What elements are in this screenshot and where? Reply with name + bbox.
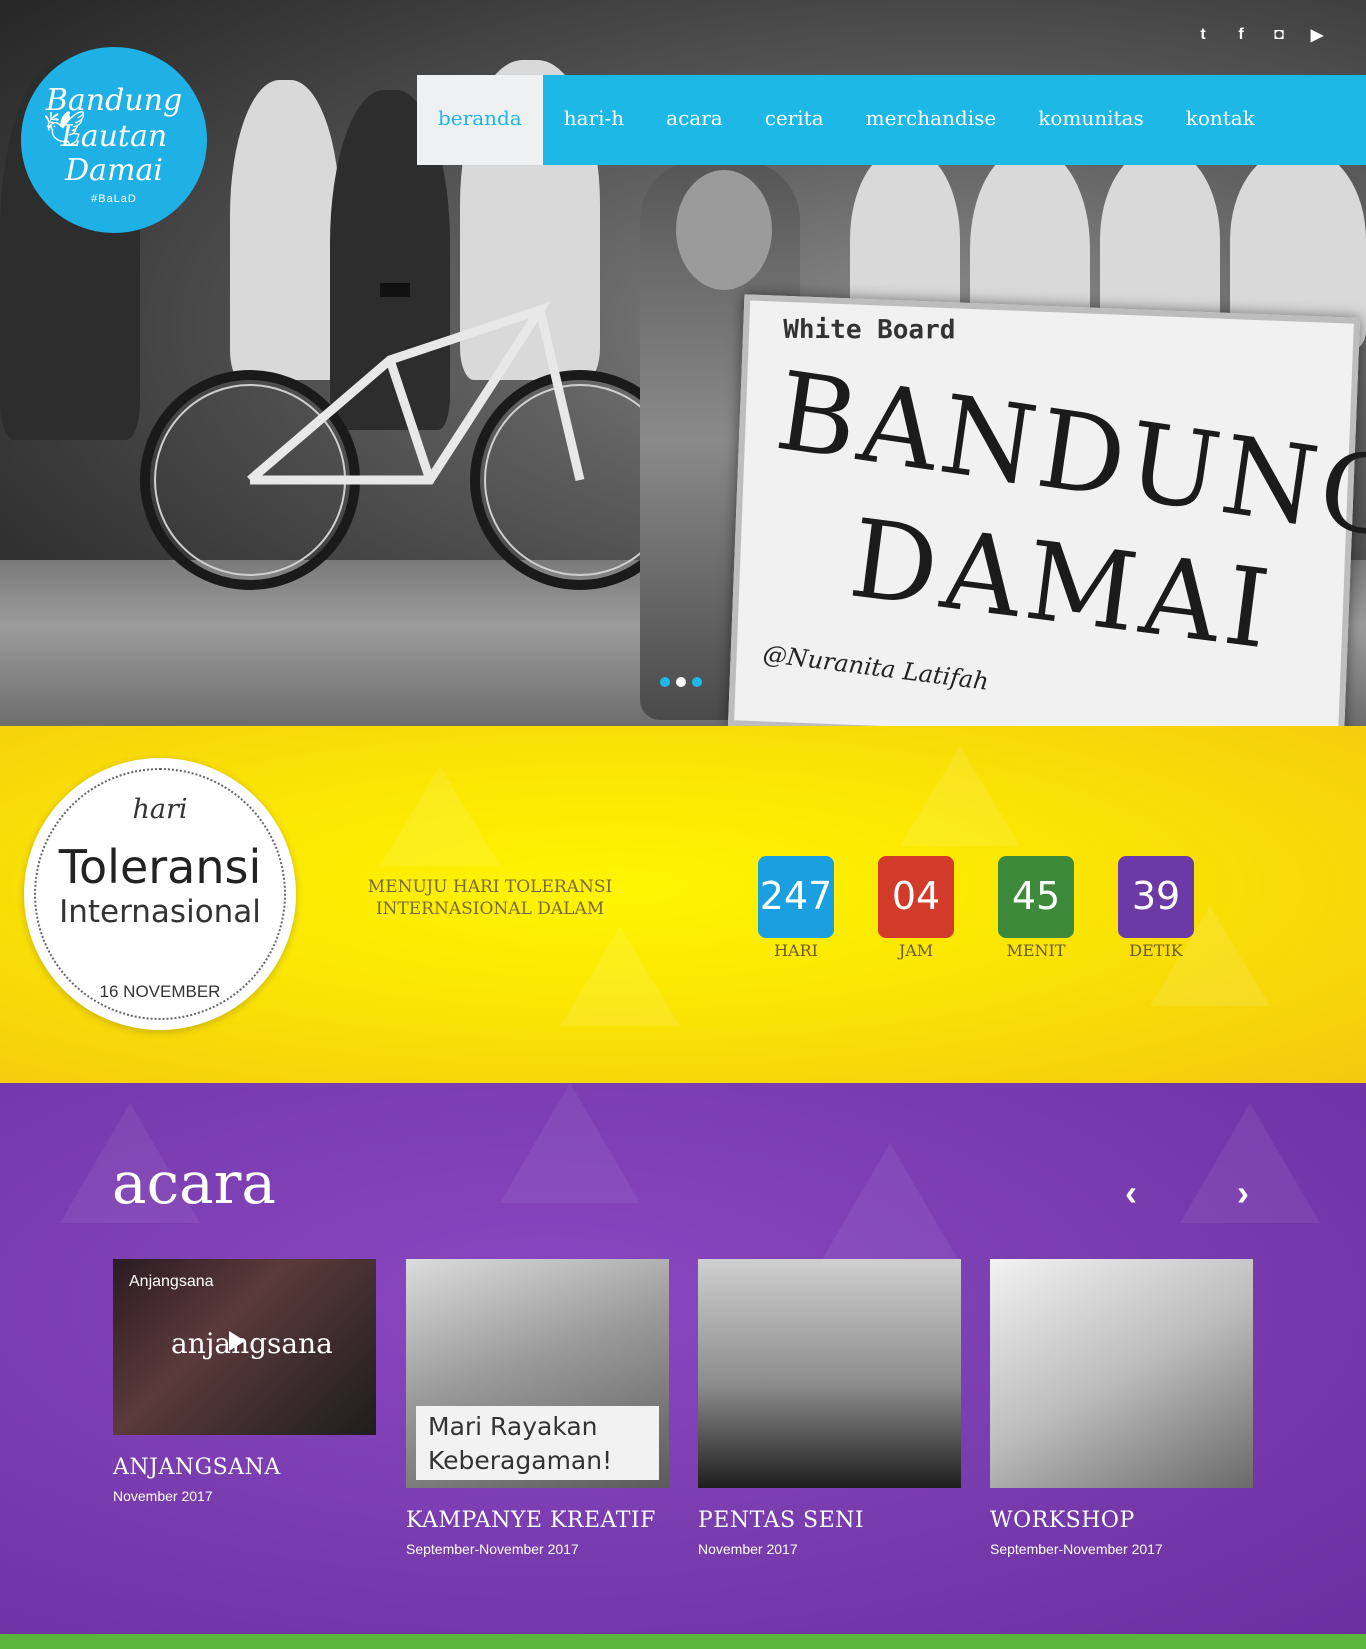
- bg-triangle: [560, 926, 680, 1026]
- play-icon[interactable]: [229, 1331, 245, 1351]
- event-date: November 2017: [113, 1488, 213, 1504]
- countdown-days-label: HARI: [774, 941, 818, 960]
- event-card[interactable]: Anjangsana anjangsana ANJANGSANA Novembe…: [113, 1259, 376, 1504]
- bicycle: [140, 283, 690, 590]
- countdown-seconds-value: 39: [1118, 856, 1194, 938]
- nav-item-beranda[interactable]: beranda: [417, 75, 543, 165]
- event-card[interactable]: PENTAS SENI November 2017: [698, 1259, 961, 1557]
- countdown-hours-value: 04: [878, 856, 954, 938]
- events-section: acara ‹ › Anjangsana anjangsana ANJANGSA…: [0, 1083, 1366, 1634]
- badge-title: Toleransi: [58, 840, 262, 894]
- countdown-hours: 04 JAM: [878, 856, 954, 960]
- event-thumbnail[interactable]: [990, 1259, 1253, 1488]
- badge-hari: hari: [132, 794, 188, 825]
- twitter-icon[interactable]: t: [1192, 24, 1214, 46]
- bg-triangle: [900, 746, 1020, 846]
- nav-item-hari-h[interactable]: hari-h: [543, 75, 645, 165]
- bg-triangle: [380, 766, 500, 866]
- countdown-hours-label: JAM: [898, 941, 934, 960]
- countdown-days-value: 247: [758, 856, 834, 938]
- logo-text-line3: Damai: [65, 153, 163, 188]
- video-title: Anjangsana: [129, 1273, 214, 1290]
- event-date: September-November 2017: [990, 1541, 1163, 1557]
- tolerance-day-badge: hari Toleransi Internasional 16 NOVEMBER: [24, 758, 296, 1030]
- countdown-section: hari Toleransi Internasional 16 NOVEMBER…: [0, 726, 1366, 1083]
- nav-item-komunitas[interactable]: komunitas: [1017, 75, 1165, 165]
- slider-dot[interactable]: [660, 677, 670, 687]
- video-overlay-text: anjangsana: [171, 1327, 333, 1360]
- event-thumbnail[interactable]: [698, 1259, 961, 1488]
- event-title[interactable]: ANJANGSANA: [113, 1455, 376, 1480]
- countdown-caption: MENUJU HARI TOLERANSI INTERNASIONAL DALA…: [367, 877, 613, 919]
- instagram-icon[interactable]: ◘: [1268, 24, 1290, 46]
- logo-text-line2: Lautan: [60, 119, 168, 154]
- bg-triangle: [500, 1083, 640, 1203]
- badge-subtitle: Internasional: [59, 894, 261, 930]
- logo-text-line1: Bandung: [45, 83, 183, 118]
- bg-triangle: [820, 1143, 960, 1263]
- social-links: t f ◘ ▶: [1192, 24, 1328, 46]
- nav-item-acara[interactable]: acara: [645, 75, 744, 165]
- event-thumbnail-video[interactable]: Anjangsana anjangsana: [113, 1259, 376, 1435]
- carousel-next-button[interactable]: ›: [1228, 1173, 1258, 1213]
- footer-strip: [0, 1634, 1366, 1649]
- countdown-minutes: 45 MENIT: [998, 856, 1074, 960]
- person-face: [676, 170, 772, 290]
- carousel-prev-button[interactable]: ‹: [1116, 1173, 1146, 1213]
- main-nav: beranda hari-h acara cerita merchandise …: [417, 75, 1366, 165]
- campaign-sign: Mari Rayakan Keberagaman!: [416, 1406, 659, 1480]
- countdown-minutes-label: MENIT: [1006, 941, 1066, 960]
- slider-dot[interactable]: [692, 677, 702, 687]
- event-card[interactable]: Mari Rayakan Keberagaman! KAMPANYE KREAT…: [406, 1259, 669, 1557]
- sign-signature: @Nuranita Latifah: [761, 639, 991, 696]
- site-logo[interactable]: 🕊 Bandung Lautan Damai #BaLaD: [21, 47, 207, 233]
- whiteboard-sign: White Board BANDUNG DAMAI @Nuranita Lati…: [727, 294, 1366, 726]
- nav-item-merchandise[interactable]: merchandise: [845, 75, 1018, 165]
- nav-item-kontak[interactable]: kontak: [1165, 75, 1276, 165]
- event-date: September-November 2017: [406, 1541, 579, 1557]
- hero-slider: White Board BANDUNG DAMAI @Nuranita Lati…: [0, 0, 1366, 726]
- logo-hashtag: #BaLaD: [91, 193, 137, 205]
- event-date: November 2017: [698, 1541, 798, 1557]
- whiteboard-brand: White Board: [783, 314, 956, 346]
- event-title[interactable]: WORKSHOP: [990, 1508, 1253, 1533]
- event-title[interactable]: KAMPANYE KREATIF: [406, 1508, 669, 1533]
- slider-dot-active[interactable]: [676, 677, 686, 687]
- event-title[interactable]: PENTAS SENI: [698, 1508, 961, 1533]
- event-card[interactable]: WORKSHOP September-November 2017: [990, 1259, 1253, 1557]
- slider-dots: [660, 677, 702, 687]
- countdown-seconds: 39 DETIK: [1118, 856, 1194, 960]
- event-thumbnail[interactable]: Mari Rayakan Keberagaman!: [406, 1259, 669, 1488]
- youtube-icon[interactable]: ▶: [1306, 24, 1328, 46]
- facebook-icon[interactable]: f: [1230, 24, 1252, 46]
- countdown-seconds-label: DETIK: [1129, 941, 1183, 960]
- section-title: acara: [112, 1149, 276, 1217]
- nav-item-cerita[interactable]: cerita: [744, 75, 845, 165]
- countdown-minutes-value: 45: [998, 856, 1074, 938]
- badge-date: 16 NOVEMBER: [99, 982, 221, 1001]
- countdown-days: 247 HARI: [758, 856, 834, 960]
